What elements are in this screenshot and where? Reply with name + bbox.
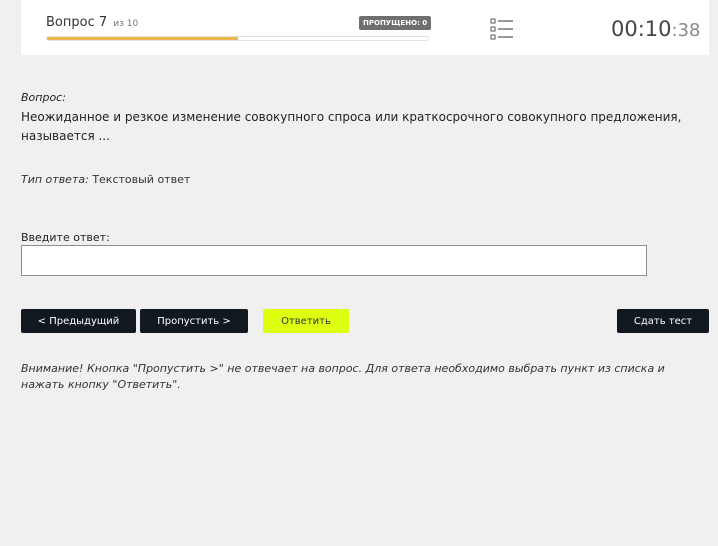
timer: 00:10:38 xyxy=(611,17,701,41)
progress-bar xyxy=(46,36,429,41)
progress-fill xyxy=(47,37,238,40)
timer-seconds: 38 xyxy=(677,20,701,41)
question-number: Вопрос 7 xyxy=(46,15,108,30)
answer-type-label: Тип ответа: xyxy=(21,173,89,186)
skip-button[interactable]: Пропустить > xyxy=(140,309,248,333)
answer-button[interactable]: Ответить xyxy=(263,309,349,333)
skipped-badge: ПРОПУЩЕНО: 0 xyxy=(359,16,432,30)
question-text: Неожиданное и резкое изменение совокупно… xyxy=(21,110,682,143)
skip-notice: Внимание! Кнопка "Пропустить >" не отвеч… xyxy=(21,362,665,391)
header-bar: Вопрос 7 из 10 ПРОПУЩЕНО: 0 00:10:38 xyxy=(21,0,709,55)
finish-test-button[interactable]: Сдать тест xyxy=(617,309,709,333)
answer-type-value: Текстовый ответ xyxy=(92,173,191,186)
previous-button[interactable]: < Предыдущий xyxy=(21,309,136,333)
answer-input-label: Введите ответ: xyxy=(21,231,110,244)
answer-input[interactable] xyxy=(21,245,647,276)
answer-type: Тип ответа: Текстовый ответ xyxy=(21,173,190,186)
list-icon[interactable] xyxy=(490,18,514,40)
timer-main: 00:10 xyxy=(611,17,672,41)
question-label: Вопрос: xyxy=(21,91,66,104)
question-total: из 10 xyxy=(113,19,139,29)
question-counter: Вопрос 7 из 10 xyxy=(46,15,138,30)
